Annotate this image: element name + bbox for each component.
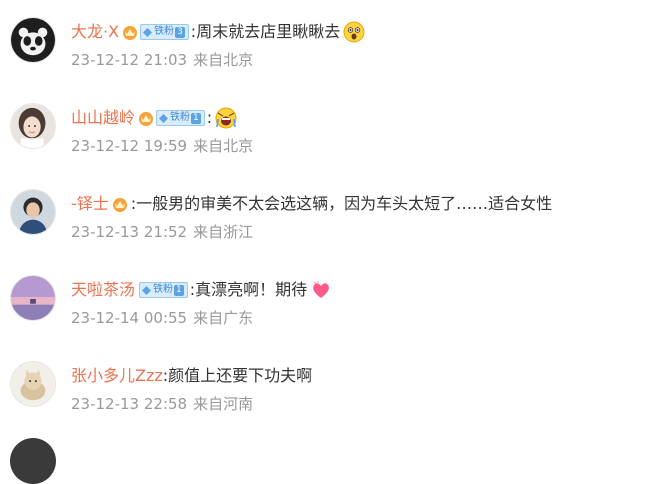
username[interactable]: -铎士 xyxy=(71,192,109,216)
comment-location: 来自北京 xyxy=(193,137,254,155)
comment-location: 来自广东 xyxy=(193,309,254,327)
comment-date: 23-12-12 21:03 xyxy=(71,51,188,69)
crown-icon xyxy=(121,23,139,41)
comment-meta: 23-12-13 22:58 来自河南 xyxy=(71,393,253,415)
girl-avatar-icon xyxy=(11,104,55,148)
comment-text: :颜值上还要下功夫啊 xyxy=(162,366,313,385)
comment-line: 山山越岭 铁粉 1 : xyxy=(71,106,237,130)
comment-text: :一般男的审美不太会选这辆，因为车头太短了……适合女性 xyxy=(130,194,553,213)
fan-badge[interactable]: 铁粉 3 xyxy=(140,24,189,40)
comment-line: 大龙·X 铁粉 3 :周末就去店里瞅瞅去 xyxy=(71,20,365,44)
avatar[interactable] xyxy=(10,275,56,321)
username[interactable]: 天啦茶汤 xyxy=(71,278,135,302)
comment-item: 山山越岭 铁粉 1 : 23-12-12 19:59 来自北京 xyxy=(0,86,660,172)
fan-badge-level: 3 xyxy=(175,26,185,38)
panda-avatar-icon xyxy=(11,18,55,62)
username[interactable]: 张小多儿Zzz xyxy=(71,364,163,388)
comment-text: :周末就去店里瞅瞅去 xyxy=(190,22,341,41)
sunset-avatar-icon xyxy=(11,276,55,320)
crown-icon xyxy=(137,109,155,127)
comment-location: 来自浙江 xyxy=(193,223,254,241)
avatar[interactable] xyxy=(10,438,56,484)
diamond-icon xyxy=(142,285,152,295)
avatar[interactable] xyxy=(10,17,56,63)
heart-emoji-icon xyxy=(310,279,332,301)
comment-item: 张小多儿Zzz :颜值上还要下功夫啊 23-12-13 22:58 来自河南 xyxy=(0,344,660,430)
comment-list: 大龙·X 铁粉 3 :周末就去店里瞅瞅去 23-12-12 21:03 来自北京 xyxy=(0,0,660,484)
comment-text: : xyxy=(206,108,213,127)
crown-icon xyxy=(111,195,129,213)
comment-location: 来自河南 xyxy=(193,395,254,413)
fan-badge-level: 1 xyxy=(174,284,184,296)
comment-line: 张小多儿Zzz :颜值上还要下功夫啊 xyxy=(71,364,312,388)
comment-date: 23-12-13 22:58 xyxy=(71,395,188,413)
fan-badge-level: 1 xyxy=(191,112,201,124)
diamond-icon xyxy=(159,113,169,123)
comment-line: -铎士 :一般男的审美不太会选这辆，因为车头太短了……适合女性 xyxy=(71,192,552,216)
avatar[interactable] xyxy=(10,103,56,149)
username[interactable]: 山山越岭 xyxy=(71,106,135,130)
comment-meta: 23-12-12 19:59 来自北京 xyxy=(71,135,253,157)
comment-item: 大龙·X 铁粉 3 :周末就去店里瞅瞅去 23-12-12 21:03 来自北京 xyxy=(0,0,660,86)
comment-date: 23-12-12 19:59 xyxy=(71,137,188,155)
diamond-icon xyxy=(143,27,153,37)
comment-line: 天啦茶汤 铁粉 1 :真漂亮啊！期待 xyxy=(71,278,332,302)
comment-meta: 23-12-12 21:03 来自北京 xyxy=(71,49,253,71)
username[interactable]: 大龙·X xyxy=(71,20,119,44)
avatar[interactable] xyxy=(10,361,56,407)
comment-date: 23-12-14 00:55 xyxy=(71,309,188,327)
comment-location: 来自北京 xyxy=(193,51,254,69)
astonished-emoji-icon xyxy=(343,21,365,43)
comment-meta: 23-12-13 21:52 来自浙江 xyxy=(71,221,253,243)
comment-item: 天啦茶汤 铁粉 1 :真漂亮啊！期待 23-12-14 00:55 来自广东 xyxy=(0,258,660,344)
comment-meta: 23-12-14 00:55 来自广东 xyxy=(71,307,253,329)
comment-text: :真漂亮啊！期待 xyxy=(189,280,308,299)
fan-badge[interactable]: 铁粉 1 xyxy=(156,110,205,126)
fan-badge-label: 铁粉 xyxy=(170,112,191,123)
comment-date: 23-12-13 21:52 xyxy=(71,223,188,241)
screaming-emoji-icon xyxy=(215,107,237,129)
person-avatar-icon xyxy=(11,190,55,234)
comment-item: -铎士 :一般男的审美不太会选这辆，因为车头太短了……适合女性 23-12-13… xyxy=(0,172,660,258)
fan-badge-label: 铁粉 xyxy=(153,284,174,295)
avatar[interactable] xyxy=(10,189,56,235)
cat-avatar-icon xyxy=(11,362,55,406)
fan-badge-label: 铁粉 xyxy=(154,26,175,37)
fan-badge[interactable]: 铁粉 1 xyxy=(139,282,188,298)
